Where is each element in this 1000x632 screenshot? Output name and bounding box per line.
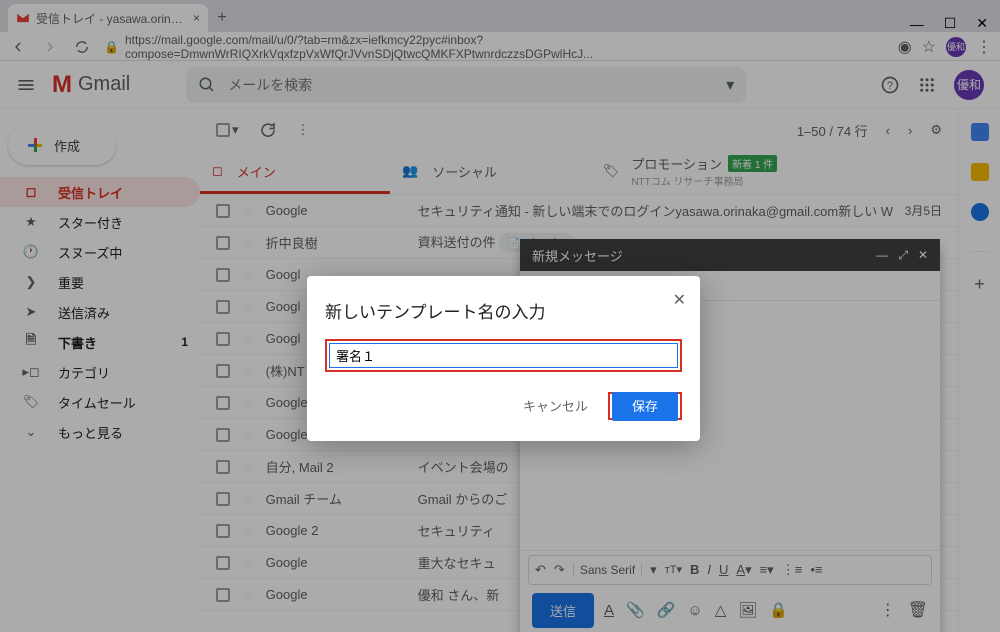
cancel-button[interactable]: キャンセル <box>513 388 598 423</box>
dialog-title: 新しいテンプレート名の入力 <box>325 298 682 323</box>
template-name-input[interactable] <box>329 343 678 368</box>
save-button[interactable]: 保存 <box>612 392 678 421</box>
dialog-close-icon[interactable]: ✕ <box>673 290 686 310</box>
template-name-dialog: ✕ 新しいテンプレート名の入力 キャンセル 保存 <box>307 276 700 441</box>
